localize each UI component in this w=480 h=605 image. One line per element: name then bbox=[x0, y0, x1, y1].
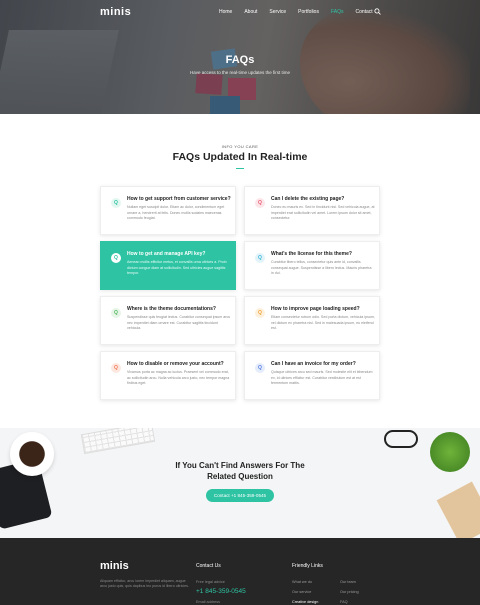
footer-link[interactable]: What we do bbox=[292, 580, 312, 584]
faq-question: Can I delete the existing page? bbox=[271, 196, 345, 202]
nav-item-service[interactable]: Service bbox=[269, 9, 286, 15]
nav-item-about[interactable]: About bbox=[244, 9, 257, 15]
footer-link[interactable]: FAQ bbox=[340, 600, 348, 604]
cta-title-line: If You Can't Find Answers For The bbox=[175, 461, 305, 470]
question-badge-icon: Q bbox=[111, 198, 121, 208]
page-title: FAQs bbox=[225, 54, 255, 66]
faq-question: How to get support from customer service… bbox=[127, 196, 231, 202]
faq-card[interactable]: Q How to improve page loading speed? Eti… bbox=[244, 296, 380, 345]
faq-question: How to improve page loading speed? bbox=[271, 306, 360, 312]
question-badge-icon: Q bbox=[255, 363, 265, 373]
top-navigation: minis Home About Service Portfolios FAQs… bbox=[0, 0, 480, 24]
faq-question: Where is the theme documentations? bbox=[127, 306, 216, 312]
footer-link[interactable]: Our team bbox=[340, 580, 356, 584]
question-badge-icon: Q bbox=[255, 253, 265, 263]
keyboard-image bbox=[80, 428, 156, 455]
faq-answer: Vivamus porta ac magna ac luctus. Praese… bbox=[127, 370, 230, 386]
footer-link[interactable]: Creative design bbox=[292, 600, 318, 604]
faq-answer: Curabitur libero tellus, consectetur qui… bbox=[271, 260, 372, 276]
contact-cta-section: If You Can't Find Answers For The Relate… bbox=[0, 428, 480, 538]
nav-item-faqs[interactable]: FAQs bbox=[331, 9, 344, 15]
search-icon[interactable] bbox=[374, 8, 381, 15]
faq-card[interactable]: Q Can I delete the existing page? Donec … bbox=[244, 186, 380, 235]
faq-answer: Nullam eget suscipit dolor. Etiam ac dol… bbox=[127, 205, 225, 221]
contact-email-label: Email address bbox=[196, 600, 221, 604]
faq-question: What's the license for this theme? bbox=[271, 251, 352, 257]
question-badge-icon: Q bbox=[255, 308, 265, 318]
nav-item-home[interactable]: Home bbox=[219, 9, 232, 15]
nav-item-portfolios[interactable]: Portfolios bbox=[298, 9, 319, 15]
question-badge-icon: Q bbox=[111, 363, 121, 373]
faq-answer: Aenean mollis efficitur metus, et conval… bbox=[127, 260, 227, 276]
faq-card[interactable]: Q How to get support from customer servi… bbox=[100, 186, 236, 235]
title-underline bbox=[236, 168, 244, 169]
hero-banner: minis Home About Service Portfolios FAQs… bbox=[0, 0, 480, 114]
cta-title: If You Can't Find Answers For The Relate… bbox=[0, 460, 480, 482]
glasses-image bbox=[384, 430, 418, 448]
footer-phone[interactable]: +1 845-359-0545 bbox=[196, 588, 246, 595]
cta-title-line: Related Question bbox=[207, 472, 273, 481]
contact-button[interactable]: Contact +1 845-359-0545 bbox=[206, 489, 274, 502]
faq-card[interactable]: Q Can I have an invoice for my order? Qu… bbox=[244, 351, 380, 400]
faq-answer: Etiam consectetur rutrum odio. Sed porta… bbox=[271, 315, 375, 331]
faq-answer: Donec eu mauris ex. Sed in tincidunt nis… bbox=[271, 205, 375, 221]
section-title: FAQs Updated In Real-time bbox=[172, 151, 308, 163]
faq-card[interactable]: Q How to get and manage API key? Aenean … bbox=[100, 241, 236, 290]
faq-card[interactable]: Q How to disable or remove your account?… bbox=[100, 351, 236, 400]
faq-answer: Suspendisse quis feugiat lectus. Curabit… bbox=[127, 315, 231, 331]
page-subtitle: Have access to the real-time updates the… bbox=[189, 70, 291, 75]
question-badge-icon: Q bbox=[111, 308, 121, 318]
footer-description: Aliquam efficitur, arcu lorem imperdiet … bbox=[100, 579, 189, 589]
faq-card[interactable]: Q What's the license for this theme? Cur… bbox=[244, 241, 380, 290]
footer-link[interactable]: Our service bbox=[292, 590, 311, 594]
faq-question: How to get and manage API key? bbox=[127, 251, 206, 257]
footer-logo[interactable]: minis bbox=[100, 560, 129, 572]
contact-label: Free legal advice bbox=[196, 580, 225, 584]
question-badge-icon: Q bbox=[255, 198, 265, 208]
footer-link[interactable]: Our pricing bbox=[340, 590, 359, 594]
nav-menu: Home About Service Portfolios FAQs Conta… bbox=[219, 9, 373, 15]
nav-item-contact[interactable]: Contact bbox=[355, 9, 372, 15]
contact-heading: Contact Us bbox=[196, 563, 221, 569]
faq-answer: Quisque ultrices arcu sed mauris. Sed mo… bbox=[271, 370, 373, 386]
notepad-image bbox=[436, 481, 480, 538]
faq-question: How to disable or remove your account? bbox=[127, 361, 224, 367]
question-badge-icon: Q bbox=[111, 253, 121, 263]
footer: minis Aliquam efficitur, arcu lorem impe… bbox=[0, 538, 480, 605]
faq-question: Can I have an invoice for my order? bbox=[271, 361, 356, 367]
site-logo[interactable]: minis bbox=[100, 6, 131, 18]
links-heading: Friendly Links bbox=[292, 563, 323, 569]
section-eyebrow: INFO YOU CARE bbox=[221, 144, 259, 149]
faq-card[interactable]: Q Where is the theme documentations? Sus… bbox=[100, 296, 236, 345]
